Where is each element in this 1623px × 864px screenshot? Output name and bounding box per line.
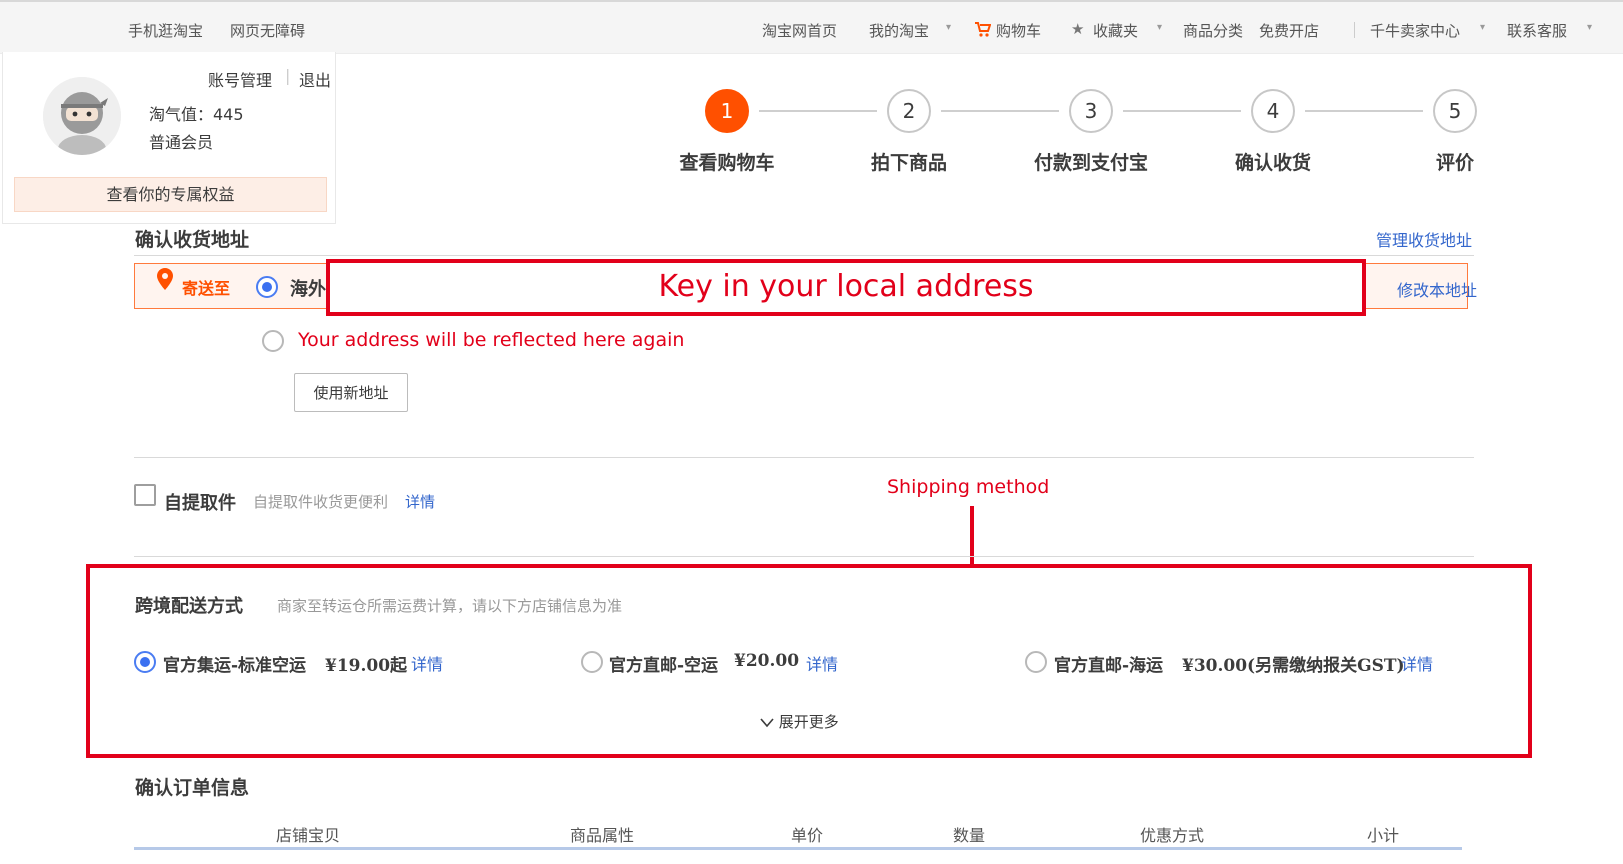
link-separator: |	[285, 66, 291, 85]
step-connector	[1123, 110, 1241, 112]
step-connector	[941, 110, 1059, 112]
column-header: 单价	[790, 826, 823, 845]
chevron-down-icon[interactable]: ▾	[1480, 22, 1485, 33]
expand-more-button[interactable]: 展开更多	[760, 711, 839, 732]
cart-icon	[975, 22, 991, 37]
open-store-link[interactable]: 免费开店	[1259, 20, 1319, 41]
shipping-option-radio[interactable]	[1025, 651, 1047, 673]
step-1-label: 查看购物车	[679, 152, 775, 174]
step-5-circle: 5	[1433, 89, 1477, 133]
address-radio-selected[interactable]	[256, 276, 278, 298]
mobile-taobao-link[interactable]: 手机逛淘宝	[128, 20, 203, 41]
cart-link[interactable]: 购物车	[996, 20, 1041, 41]
step-2-circle: 2	[887, 89, 931, 133]
contact-service-link[interactable]: 联系客服	[1507, 20, 1567, 41]
step-connector	[759, 110, 877, 112]
member-level: 普通会员	[149, 133, 214, 152]
address-radio-unselected[interactable]	[262, 330, 284, 352]
step-5-label: 评价	[1435, 152, 1474, 174]
ship-to-label: 寄送至	[182, 279, 231, 298]
table-header-underline	[134, 847, 1462, 850]
column-header: 店铺宝贝	[275, 826, 340, 845]
chevron-down-icon	[760, 717, 774, 727]
expand-more-label: 展开更多	[778, 713, 839, 731]
shipping-section-title: 跨境配送方式	[135, 596, 243, 617]
chevron-down-icon[interactable]: ▾	[1157, 22, 1162, 33]
shipping-option-radio-selected[interactable]	[134, 651, 156, 673]
self-pickup-checkbox[interactable]	[134, 484, 156, 506]
shipping-option-name: 官方直邮-海运	[1054, 656, 1164, 676]
taobao-home-link[interactable]: 淘宝网首页	[762, 20, 837, 41]
shipping-option-price: ¥30.00(另需缴纳报关GST)	[1182, 656, 1405, 676]
divider	[134, 457, 1474, 458]
shipping-option-detail-link[interactable]: 详情	[1401, 651, 1433, 675]
shipping-option-price: ¥19.00起	[325, 656, 408, 676]
shipping-option-name: 官方直邮-空运	[609, 656, 719, 676]
annotation-pointer-line	[970, 506, 974, 566]
logout-link[interactable]: 退出	[299, 67, 331, 91]
site-nav-bar: 手机逛淘宝 网页无障碍 淘宝网首页 我的淘宝 ▾ 购物车 ★ 收藏夹 ▾ 商品分…	[0, 0, 1623, 54]
step-2-label: 拍下商品	[870, 152, 947, 174]
column-header: 商品属性	[569, 826, 634, 845]
self-pickup-label: 自提取件	[164, 493, 236, 514]
column-header: 数量	[952, 826, 985, 845]
self-pickup-detail-link[interactable]: 详情	[405, 491, 435, 512]
shipping-option-detail-link[interactable]: 详情	[411, 651, 443, 675]
shipping-option-detail-link[interactable]: 详情	[806, 651, 838, 675]
local-address-annotation-box: Key in your local address	[326, 259, 1366, 316]
shipping-option-price: ¥20.00	[734, 651, 800, 671]
step-3-circle: 3	[1069, 89, 1113, 133]
categories-link[interactable]: 商品分类	[1183, 20, 1243, 41]
step-4-label: 确认收货	[1234, 152, 1311, 174]
taoqi-value: 淘气值：445	[149, 105, 244, 124]
step-1-circle: 1	[705, 89, 749, 133]
order-section-title: 确认订单信息	[135, 777, 250, 799]
user-info-card: 账号管理 | 退出 淘气值：445 普通会员 查看你的专属权益	[2, 52, 336, 224]
step-4-circle: 4	[1251, 89, 1295, 133]
step-connector	[1305, 110, 1423, 112]
location-pin-icon	[157, 268, 173, 290]
divider	[134, 556, 1474, 557]
divider	[1354, 22, 1355, 38]
exclusive-benefits-button[interactable]: 查看你的专属权益	[14, 177, 327, 212]
shipping-section-subtitle: 商家至转运仓所需运费计算，请以下方店铺信息为准	[277, 597, 623, 615]
my-taobao-link[interactable]: 我的淘宝	[869, 20, 929, 41]
chevron-down-icon[interactable]: ▾	[1587, 22, 1592, 33]
address-section-title: 确认收货地址	[135, 229, 250, 251]
shipping-option-name: 官方集运-标准空运	[163, 656, 307, 676]
ninja-avatar-icon	[43, 77, 121, 155]
account-manage-link[interactable]: 账号管理	[208, 67, 272, 91]
edit-address-link[interactable]: 修改本地址	[1397, 277, 1477, 301]
self-pickup-description: 自提取件收货更便利	[253, 493, 389, 511]
selected-address-text: 海外	[290, 279, 326, 300]
address-reflected-annotation: Your address will be reflected here agai…	[298, 329, 685, 351]
local-address-annotation-text: Key in your local address	[658, 269, 1034, 304]
divider	[134, 255, 1474, 256]
star-icon: ★	[1071, 20, 1085, 38]
manage-address-link[interactable]: 管理收货地址	[1376, 227, 1472, 251]
chevron-down-icon[interactable]: ▾	[946, 22, 951, 33]
column-header: 小计	[1366, 826, 1399, 845]
column-header: 优惠方式	[1139, 826, 1204, 845]
seller-center-link[interactable]: 千牛卖家中心	[1370, 20, 1460, 41]
shipping-option-radio[interactable]	[581, 651, 603, 673]
step-3-label: 付款到支付宝	[1033, 152, 1148, 174]
favorites-link[interactable]: 收藏夹	[1093, 20, 1138, 41]
accessibility-link[interactable]: 网页无障碍	[230, 20, 305, 41]
use-new-address-button[interactable]: 使用新地址	[294, 373, 408, 412]
shipping-method-annotation: Shipping method	[887, 476, 1050, 498]
avatar[interactable]	[43, 77, 121, 155]
